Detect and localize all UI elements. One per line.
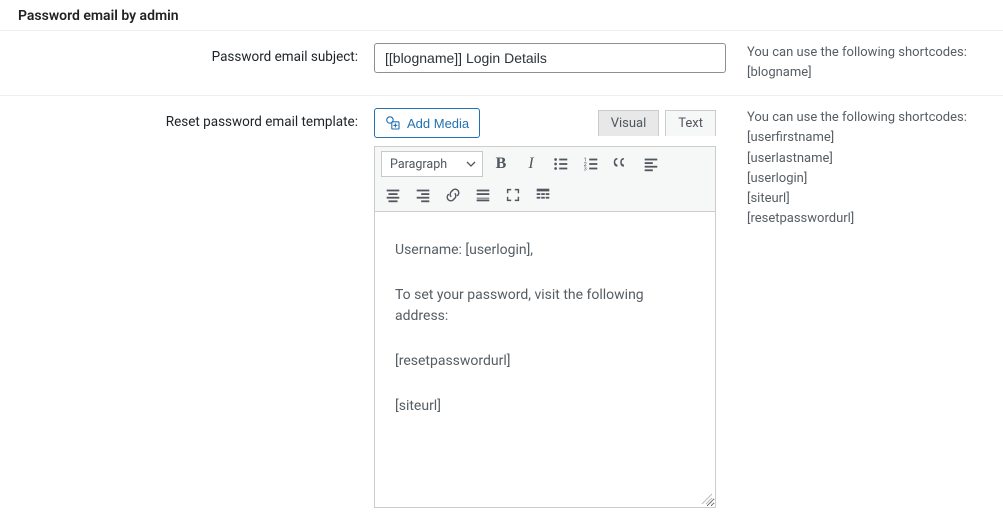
align-right-button[interactable]	[411, 183, 435, 207]
shortcode-item: [blogname]	[747, 65, 812, 80]
align-left-icon	[642, 155, 660, 173]
settings-table: Password email subject: You can use the …	[0, 31, 1003, 520]
editor-paragraph: To set your password, visit the followin…	[395, 285, 695, 327]
bold-button[interactable]: B	[489, 152, 513, 176]
fullscreen-button[interactable]	[501, 183, 525, 207]
row-password-email-subject: Password email subject: You can use the …	[0, 31, 1003, 96]
align-right-icon	[414, 186, 432, 204]
resize-grip-icon[interactable]	[701, 493, 713, 505]
insert-more-button[interactable]	[471, 183, 495, 207]
toolbar-row-1: Paragraph B I 123	[381, 151, 709, 177]
quote-icon	[612, 155, 630, 173]
desc-intro: You can use the following shortcodes:	[747, 45, 967, 60]
numbered-list-icon: 123	[582, 155, 600, 173]
align-center-icon	[384, 186, 402, 204]
editor-wrap: Add Media Visual Text Paragraph B I	[374, 108, 716, 508]
label-password-email-subject: Password email subject:	[0, 31, 370, 96]
editor-paragraph: [siteurl]	[395, 396, 695, 417]
numbered-list-button[interactable]: 123	[579, 152, 603, 176]
editor-paragraph: Username: [userlogin],	[395, 240, 695, 261]
link-icon	[444, 186, 462, 204]
shortcode-item: [userlogin]	[747, 171, 807, 186]
tab-text[interactable]: Text	[665, 110, 716, 136]
italic-button[interactable]: I	[519, 152, 543, 176]
toolbar-toggle-button[interactable]	[531, 183, 555, 207]
tab-visual[interactable]: Visual	[598, 110, 660, 136]
format-select-label: Paragraph	[390, 157, 447, 172]
shortcode-item: [resetpasswordurl]	[747, 211, 854, 226]
shortcode-item: [userlastname]	[747, 151, 833, 166]
toolbar-row-2	[381, 183, 709, 207]
editor-tabs: Visual Text	[598, 110, 716, 136]
bullet-list-button[interactable]	[549, 152, 573, 176]
fullscreen-icon	[504, 186, 522, 204]
shortcode-item: [siteurl]	[747, 191, 790, 206]
editor-paragraph: [resetpasswordurl]	[395, 351, 695, 372]
label-reset-password-template: Reset password email template:	[0, 96, 370, 520]
template-shortcodes-desc: You can use the following shortcodes: [u…	[743, 96, 1003, 520]
add-media-button[interactable]: Add Media	[374, 108, 480, 138]
read-more-icon	[474, 186, 492, 204]
blockquote-button[interactable]	[609, 152, 633, 176]
subject-shortcodes-desc: You can use the following shortcodes: [b…	[743, 31, 1003, 96]
desc-intro: You can use the following shortcodes:	[747, 110, 967, 125]
align-left-button[interactable]	[639, 152, 663, 176]
row-reset-password-template: Reset password email template: Add Media…	[0, 96, 1003, 520]
link-button[interactable]	[441, 183, 465, 207]
editor-content[interactable]: Username: [userlogin], To set your passw…	[374, 212, 716, 508]
align-center-button[interactable]	[381, 183, 405, 207]
password-email-subject-input[interactable]	[374, 43, 726, 73]
chevron-down-icon	[466, 159, 476, 169]
bullet-list-icon	[552, 155, 570, 173]
section-title: Password email by admin	[0, 0, 1003, 30]
editor-toolbar: Paragraph B I 123	[374, 146, 716, 212]
shortcode-item: [userfirstname]	[747, 130, 834, 145]
svg-text:3: 3	[584, 167, 587, 173]
add-media-label: Add Media	[407, 116, 469, 131]
format-select[interactable]: Paragraph	[381, 151, 483, 177]
add-media-icon	[385, 115, 401, 131]
toolbar-toggle-icon	[534, 186, 552, 204]
